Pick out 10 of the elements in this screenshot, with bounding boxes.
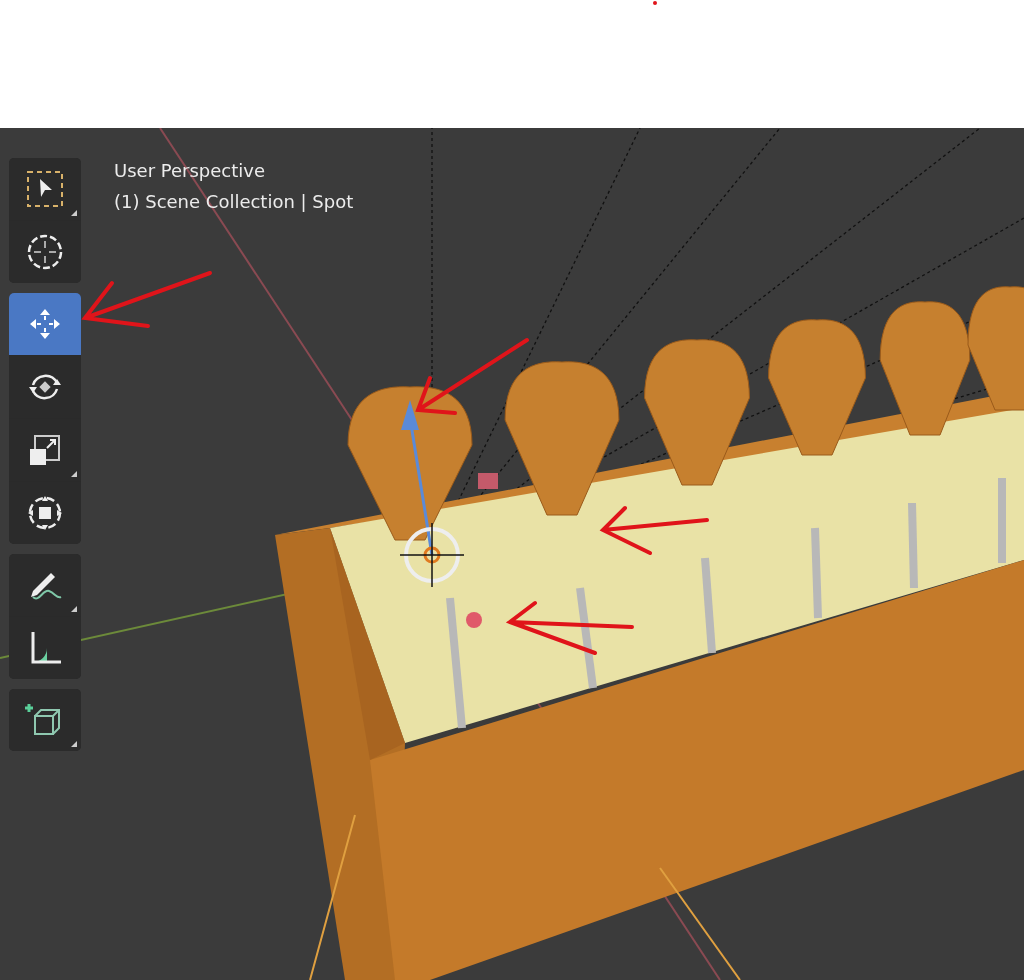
scene-context-label: (1) Scene Collection | Spot [114,191,354,213]
view-name-label: User Perspective [114,160,266,182]
stray-dot-mark [653,1,657,5]
cursor-icon [25,232,65,272]
move-tool-button[interactable] [9,293,81,355]
select-icon [25,169,65,209]
submenu-corner-icon [71,741,77,747]
light-gizmo-drawing[interactable] [399,522,465,588]
add-cube-tool-button[interactable] [9,689,81,751]
gizmo-arrow-drawing[interactable] [401,400,434,556]
